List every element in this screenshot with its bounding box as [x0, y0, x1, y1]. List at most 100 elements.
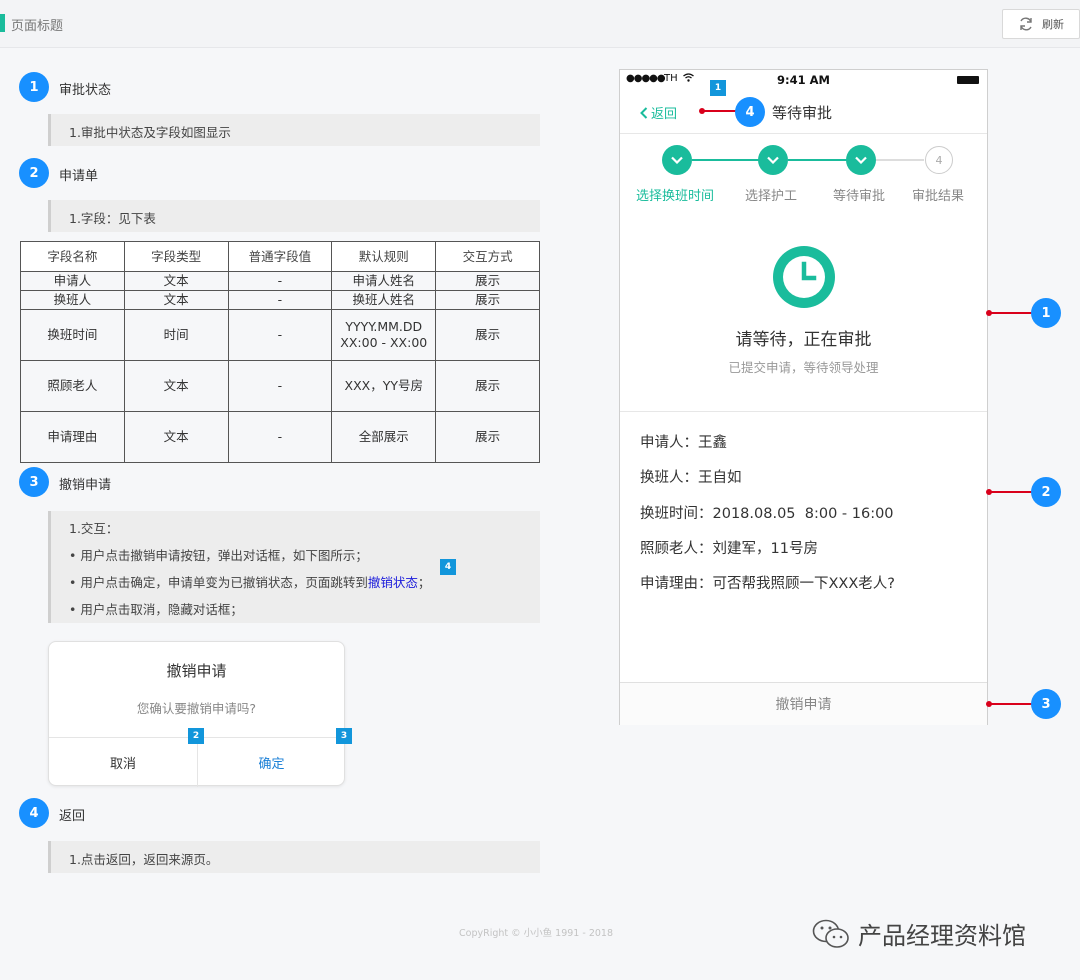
rule-line-1: YYYY.MM.DD: [345, 319, 423, 335]
copyright-text: CopyRight © 小小鱼 1991 - 2018: [459, 928, 613, 939]
table-header: 字段名称: [20, 241, 125, 272]
dialog-confirm-button[interactable]: 确定: [198, 738, 345, 786]
step-connector: [876, 159, 924, 161]
table-cell: 申请人姓名: [331, 271, 437, 291]
nav-bar: 返回 等待审批: [620, 90, 987, 134]
table-cell: 文本: [123, 271, 229, 291]
table-cell: 换班时间: [20, 309, 125, 361]
battery-icon: [957, 76, 979, 84]
step-4-number: 4: [925, 146, 953, 174]
dialog-cancel-button[interactable]: 取消: [49, 738, 197, 786]
status-time: 9:41 AM: [777, 73, 830, 87]
page-header: 页面标题 刷新: [0, 0, 1080, 48]
pointer-line: [989, 703, 1033, 705]
info-label: 申请理由：: [640, 576, 713, 592]
table-row: 照顾老人 文本 - XXX，YY号房 展示: [20, 360, 540, 412]
table-header-row: 字段名称 字段类型 普通字段值 默认规则 交互方式: [20, 241, 540, 272]
step-1-done-icon: [662, 145, 692, 175]
refresh-icon: [1020, 17, 1032, 31]
table-cell: 换班人姓名: [331, 290, 437, 310]
section-2-badge: 2: [19, 158, 49, 188]
note-line: 1.交互：: [69, 521, 119, 536]
revoked-state-link[interactable]: 撤销状态: [368, 575, 418, 590]
check-chevron-icon: [671, 156, 683, 164]
section-3-title: 撤销申请: [59, 478, 112, 493]
header-accent-bar: [0, 14, 5, 32]
step-1-label: 选择换班时间: [636, 189, 715, 204]
callout-badge-4: 4: [735, 97, 765, 127]
callout-badge-1: 1: [1031, 298, 1061, 328]
table-cell: 全部展示: [331, 411, 437, 463]
step-2-label: 选择护工: [745, 189, 798, 204]
info-label: 照顾老人：: [640, 541, 713, 557]
section-2-title: 申请单: [59, 169, 99, 184]
step-4-label: 审批结果: [912, 189, 965, 204]
check-chevron-icon: [767, 156, 779, 164]
table-cell: 展示: [435, 309, 540, 361]
table-cell: 照顾老人: [20, 360, 125, 412]
pointer-line: [989, 491, 1033, 493]
refresh-button[interactable]: 刷新: [1002, 9, 1080, 39]
annotation-tag-2: 2: [188, 728, 204, 744]
section-2-note: 1.字段：见下表: [48, 200, 540, 232]
nav-title: 等待审批: [772, 104, 833, 122]
clock-icon: [773, 246, 835, 308]
revoke-application-button[interactable]: 撤销申请: [620, 682, 987, 725]
table-row: 换班人 文本 - 换班人姓名 展示: [20, 290, 540, 310]
info-value: 刘建军，11号房: [712, 541, 818, 557]
step-3-label: 等待审批: [833, 189, 886, 204]
phone-mockup: ●●●●● TH 9:41 AM 返回 等待审批 4 选择换班时间 选择护工 等…: [619, 69, 988, 725]
status-sub-text: 已提交申请，等待领导处理: [728, 360, 879, 375]
note-line-end: ；: [417, 575, 431, 590]
table-cell-multiline: YYYY.MM.DD XX:00 - XX:00: [331, 309, 437, 361]
back-button[interactable]: 返回: [640, 103, 677, 122]
section-3-note: 1.交互： • 用户点击撤销申请按钮，弹出对话框，如下图所示； • 用户点击确定…: [48, 511, 540, 623]
note-text: 1.审批中状态及字段如图显示: [69, 125, 231, 140]
callout-badge-2: 2: [1031, 477, 1061, 507]
table-cell: 时间: [123, 309, 229, 361]
section-1-badge: 1: [19, 72, 49, 102]
approval-status-block: 请等待，正在审批 已提交申请，等待领导处理: [620, 210, 987, 412]
note-text: 1.字段：见下表: [69, 211, 156, 226]
page-title: 页面标题: [11, 19, 64, 34]
status-bar: ●●●●● TH 9:41 AM: [620, 70, 987, 90]
table-row: 换班时间 时间 - YYYY.MM.DD XX:00 - XX:00 展示: [20, 309, 540, 361]
rule-line-2: XX:00 - XX:00: [340, 335, 428, 350]
callout-badge-3: 3: [1031, 689, 1061, 719]
note-text: 1.点击返回，返回来源页。: [69, 852, 219, 867]
info-value: 可否帮我照顾一下XXX老人?: [712, 576, 896, 592]
info-label: 换班人：: [640, 470, 698, 486]
section-4-note: 1.点击返回，返回来源页。: [48, 841, 540, 873]
table-cell: 展示: [435, 271, 540, 291]
info-label: 申请人：: [640, 435, 698, 451]
annotation-tag-1: 1: [710, 80, 726, 96]
info-value: 王自如: [698, 470, 742, 486]
step-3-done-icon: [846, 145, 876, 175]
table-cell: -: [227, 411, 333, 463]
table-cell: 文本: [123, 411, 229, 463]
dialog-title: 撤销申请: [166, 662, 227, 680]
table-cell: 申请理由: [20, 411, 125, 463]
pointer-line: [702, 110, 736, 112]
watermark: 产品经理资料馆: [812, 916, 1026, 951]
table-header: 默认规则: [331, 241, 437, 272]
info-value: 王鑫: [698, 435, 727, 451]
table-row: 申请理由 文本 - 全部展示 展示: [20, 411, 540, 463]
status-main-text: 请等待，正在审批: [735, 330, 872, 350]
table-cell: 换班人: [20, 290, 125, 310]
section-4-title: 返回: [59, 809, 86, 824]
chevron-left-icon: [640, 106, 648, 119]
section-1-note: 1.审批中状态及字段如图显示: [48, 114, 540, 146]
refresh-label: 刷新: [1042, 18, 1064, 31]
watermark-text: 产品经理资料馆: [858, 922, 1026, 950]
section-1-title: 审批状态: [59, 83, 112, 98]
note-line: • 用户点击撤销申请按钮，弹出对话框，如下图所示；: [69, 548, 368, 563]
info-shift-time: 换班时间：2018.08.05 8:00 - 16:00: [640, 502, 894, 523]
table-cell: -: [227, 271, 333, 291]
table-cell: 展示: [435, 411, 540, 463]
check-chevron-icon: [855, 156, 867, 164]
pointer-line: [989, 312, 1033, 314]
table-cell: XXX，YY号房: [331, 360, 437, 412]
section-3-badge: 3: [19, 467, 49, 497]
dialog-message: 您确认要撤销申请吗?: [136, 701, 257, 716]
